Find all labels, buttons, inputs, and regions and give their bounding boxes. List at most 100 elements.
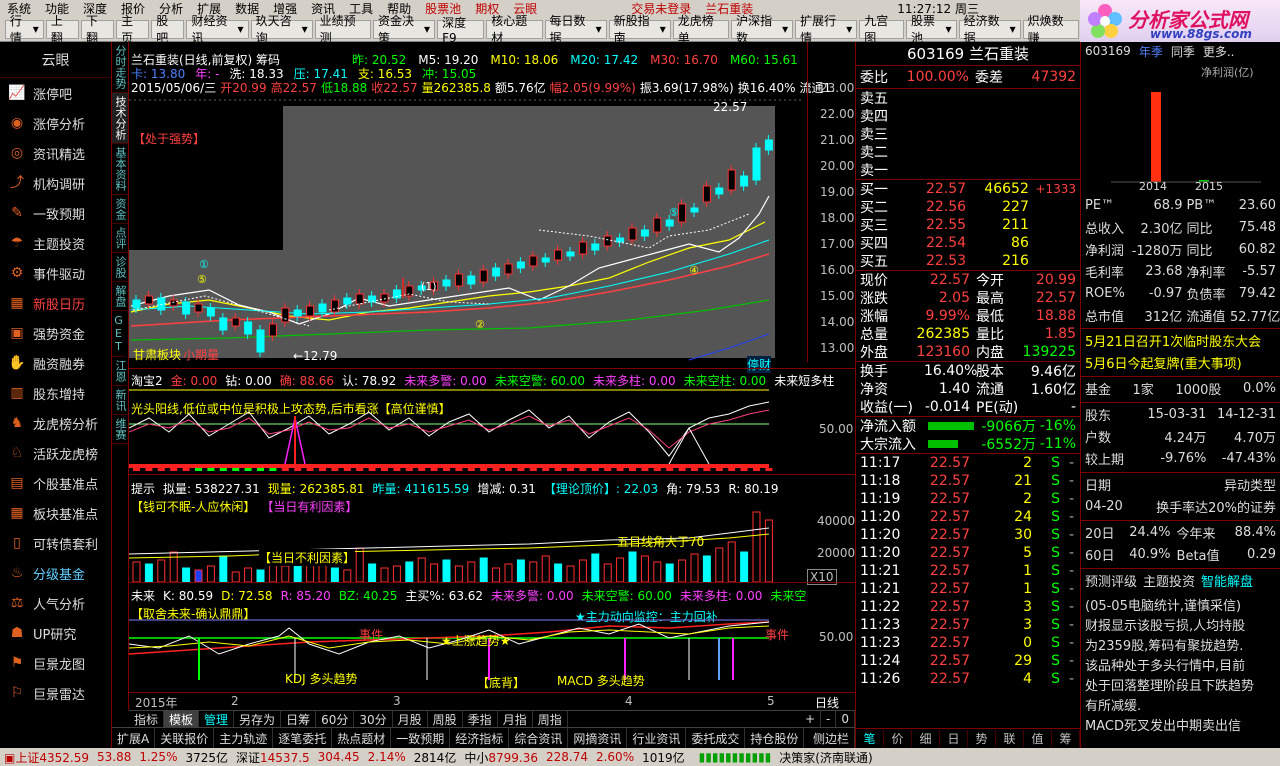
x-period[interactable]: 日线 <box>815 694 839 711</box>
quote-tab[interactable]: 日 <box>940 730 968 747</box>
bar-30min[interactable]: 30分 <box>354 711 393 727</box>
bar-weekstock[interactable]: 周股 <box>428 711 463 727</box>
sidebar-item-holder-add[interactable]: ▥ 股东增持 <box>0 378 111 408</box>
sidebar-item-stock-base[interactable]: ▤ 个股基准点 <box>0 468 111 498</box>
sidebar-item-up-research[interactable]: ☗ UP研究 <box>0 618 111 648</box>
toolbar-pagedown[interactable]: 下翻 <box>80 14 115 45</box>
bar-manage[interactable]: 管理 <box>199 711 235 727</box>
sidebar-item-limitup-analysis[interactable]: ◉ 涨停分析 <box>0 108 111 138</box>
ext-tab-mainforce[interactable]: 主力轨迹 <box>214 728 274 748</box>
scroll-zero-button[interactable]: 0 <box>836 711 855 727</box>
ext-tab-web-news[interactable]: 网摘资讯 <box>568 728 628 748</box>
toolbar-chihuan[interactable]: 炽焕数赚 <box>1022 14 1079 45</box>
sidebar-item-ipo-calendar[interactable]: ▦ 新股日历 <box>0 288 111 318</box>
bar-quarter[interactable]: 季指 <box>463 711 498 727</box>
ext-tab-consensus[interactable]: 一致预期 <box>391 728 451 748</box>
ext-tab-trades[interactable]: 委托成交 <box>686 728 746 748</box>
quote-tab[interactable]: 值 <box>1024 730 1052 747</box>
f10-news-2[interactable]: 5月6日今起复牌(重大事项) <box>1081 351 1280 373</box>
bid-row[interactable]: 买五 22.53 216 <box>856 252 1080 270</box>
sz-index[interactable]: 深证14537.5 <box>232 749 314 766</box>
ext-tab-holdings[interactable]: 持仓股份 <box>745 728 805 748</box>
sidebar-item-jujing-radar[interactable]: ⚐ 巨景雷达 <box>0 678 111 708</box>
toolbar-forecast[interactable]: 业绩预测 <box>314 14 371 45</box>
zoom-out-button[interactable]: - <box>821 711 837 727</box>
ext-tab-orders[interactable]: 逐笔委托 <box>273 728 333 748</box>
sidebar-item-active-dragon[interactable]: ♘ 活跃龙虎榜 <box>0 438 111 468</box>
quote-tab[interactable]: 价 <box>884 730 912 747</box>
sidebar-item-theme-invest[interactable]: ☂ 主题投资 <box>0 228 111 258</box>
toolbar-pageup[interactable]: 上翻 <box>45 14 79 45</box>
zoom-in-button[interactable]: + <box>800 711 822 727</box>
vtab-gann[interactable]: 江恩 <box>112 357 128 386</box>
sidebar-item-limitup-bar[interactable]: 📈 涨停吧 <box>0 78 111 108</box>
ext-tab-econ[interactable]: 经济指标 <box>450 728 510 748</box>
sidebar-item-popularity[interactable]: ⚖ 人气分析 <box>0 588 111 618</box>
ext-tab-related[interactable]: 关联报价 <box>155 728 215 748</box>
f10-news-1[interactable]: 5月21日召开1次临时股东大会 <box>1081 329 1280 351</box>
toolbar-core-topic[interactable]: 核心题材 <box>486 14 543 45</box>
link-smart[interactable]: 智能解盘 <box>1201 571 1253 590</box>
bar-saveas[interactable]: 另存为 <box>234 711 282 727</box>
toolbar-fund-decision[interactable]: 资金决策 ▾ <box>372 14 436 45</box>
bar-daychip[interactable]: 日筹 <box>281 711 317 727</box>
toolbar-ext-quote[interactable]: 扩展行情 ▾ <box>795 14 858 45</box>
ext-tab-a[interactable]: 扩展A <box>112 728 156 748</box>
quote-tab[interactable]: 笔 <box>856 730 884 747</box>
vtab-technical[interactable]: 技术分析 <box>112 93 128 144</box>
toolbar-quote[interactable]: 行情 ▾ <box>4 14 44 45</box>
vtab-get[interactable]: GET <box>112 311 125 357</box>
sidebar-item-margin[interactable]: ✋ 融资融券 <box>0 348 111 378</box>
sidebar-item-graded-fund[interactable]: ♨ 分级基金 <box>0 558 111 588</box>
vtab-diagnose[interactable]: 诊股 <box>112 253 128 282</box>
kline-chart[interactable] <box>129 90 855 362</box>
vtab-review[interactable]: 点评 <box>112 224 128 253</box>
vtab-weisai[interactable]: 维赛 <box>112 415 128 444</box>
bar-monthidx[interactable]: 月指 <box>498 711 533 727</box>
toolbar-econ-data[interactable]: 经济数据 ▾ <box>958 14 1021 45</box>
toolbar-daily-data[interactable]: 每日数据 ▾ <box>544 14 607 45</box>
sidebar-item-sector-base[interactable]: ▦ 板块基准点 <box>0 498 111 528</box>
ext-tab-sidebar[interactable]: 侧边栏 <box>808 728 855 748</box>
ext-tab-industry[interactable]: 行业资讯 <box>627 728 687 748</box>
toolbar-index[interactable]: 沪深指数 ▾ <box>731 14 794 45</box>
zx-index[interactable]: 中小8799.36 <box>460 749 542 766</box>
bid-row[interactable]: 买四 22.54 86 <box>856 234 1080 252</box>
chart-area[interactable]: 兰石重装(日线,前复权) 筹码 昨: 20.52 M5: 19.20 M10: … <box>129 42 855 710</box>
bid-row[interactable]: 买三 22.55 211 <box>856 216 1080 234</box>
toolbar-jiutian[interactable]: 玖天咨询 ▾ <box>250 14 313 45</box>
quote-tab[interactable]: 势 <box>968 730 996 747</box>
toolbar-stockpool[interactable]: 股票池 ▾ <box>906 14 957 45</box>
vtab-news[interactable]: 新讯 <box>112 386 128 415</box>
quote-tab[interactable]: 筹 <box>1052 730 1080 747</box>
bar-template[interactable]: 模板 <box>164 711 200 727</box>
bar-indicator[interactable]: 指标 <box>129 711 165 727</box>
sidebar-item-cb-arbitrage[interactable]: ▯ 可转债套利 <box>0 528 111 558</box>
sidebar-item-institution[interactable]: ⤴ 机构调研 <box>0 168 111 198</box>
toolbar-dragon-list[interactable]: 龙虎榜单 <box>672 14 730 45</box>
sidebar-item-news-select[interactable]: ◎ 资讯精选 <box>0 138 111 168</box>
bar-monthstock[interactable]: 月股 <box>393 711 428 727</box>
server-label[interactable]: 决策家(济南联通) <box>775 749 876 766</box>
sidebar-item-consensus[interactable]: ✎ 一致预期 <box>0 198 111 228</box>
f10-tab-year[interactable]: 年季 <box>1139 43 1163 60</box>
toolbar-forum[interactable]: 股吧 <box>151 14 185 45</box>
sidebar-item-strong-fund[interactable]: ▣ 强势资金 <box>0 318 111 348</box>
quote-tab[interactable]: 细 <box>912 730 940 747</box>
toolbar-f9[interactable]: 深度F9 <box>437 16 485 45</box>
bar-60min[interactable]: 60分 <box>316 711 355 727</box>
vtab-fund[interactable]: 资金 <box>112 195 128 224</box>
link-theme[interactable]: 主题投资 <box>1143 571 1195 590</box>
sidebar-item-dragon-analysis[interactable]: ♞ 龙虎榜分析 <box>0 408 111 438</box>
f10-tab-quarter[interactable]: 同季 <box>1171 43 1195 60</box>
bid-row[interactable]: 买二 22.56 227 <box>856 198 1080 216</box>
sidebar-item-jujing-dragon[interactable]: ⚑ 巨景龙图 <box>0 648 111 678</box>
f10-tab-more[interactable]: 更多.. <box>1203 43 1235 60</box>
ext-tab-hot-topic[interactable]: 热点题材 <box>332 728 392 748</box>
bid-row[interactable]: 买一 22.57 46652 +1333 <box>856 180 1080 198</box>
vtab-basic[interactable]: 基本资料 <box>112 144 128 195</box>
toolbar-home[interactable]: 主页 <box>116 14 150 45</box>
toolbar-ipo-guide[interactable]: 新股指南 ▾ <box>608 14 671 45</box>
sh-index[interactable]: ▣上证4352.59 <box>0 749 93 766</box>
ext-tab-general-news[interactable]: 综合资讯 <box>509 728 569 748</box>
